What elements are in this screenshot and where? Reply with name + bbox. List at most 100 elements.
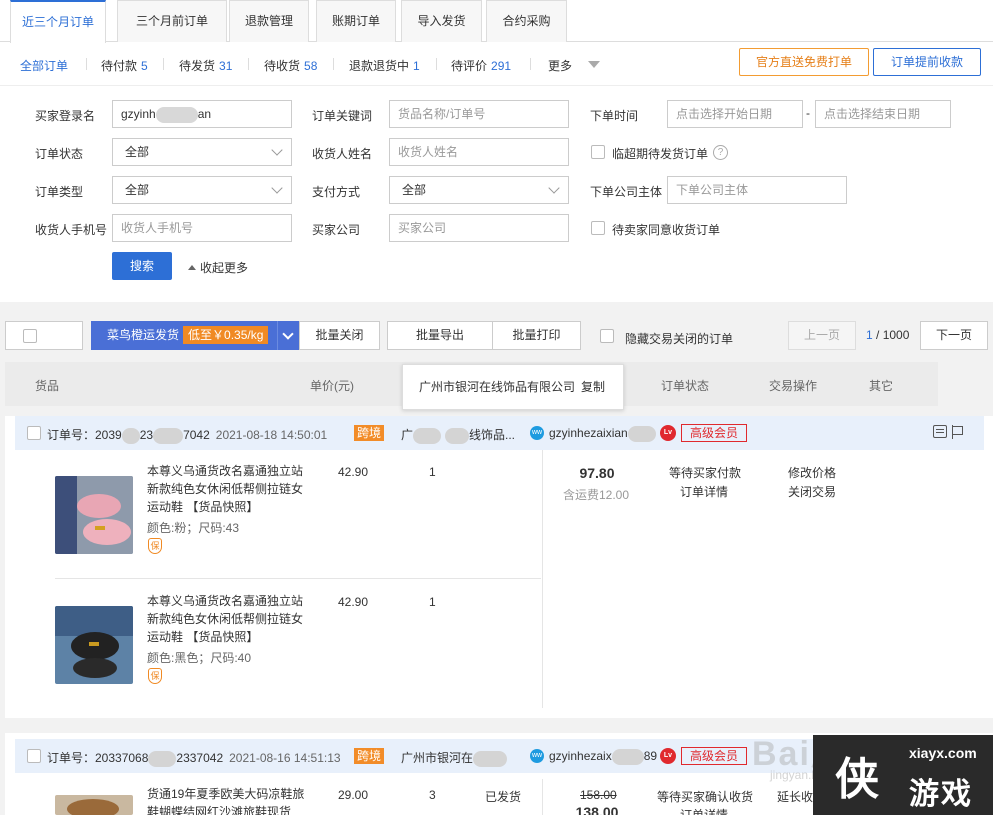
product-image[interactable] bbox=[55, 795, 133, 815]
shipping-fee: 含运费12.00 bbox=[563, 488, 630, 502]
pay-method-select[interactable]: 全部 bbox=[389, 176, 569, 204]
product-title-link[interactable]: 货通19年夏季欧美大码凉鞋旅鞋蝴蝶结网红沙滩旅鞋现货 bbox=[147, 785, 311, 815]
tab-older-orders[interactable]: 三个月前订单 bbox=[117, 0, 227, 42]
product-title-link[interactable]: 本尊义乌通货改名嘉通独立站新款纯色女休闲低帮侧拉链女运动鞋 【货品快照】 bbox=[147, 592, 311, 646]
buyer-login-label: 买家登录名 bbox=[35, 109, 96, 123]
buyer-name[interactable]: gzyinhezaixian bbox=[549, 426, 656, 442]
status-more[interactable]: 更多 bbox=[548, 57, 601, 74]
divider bbox=[333, 58, 334, 70]
select-all-box bbox=[5, 321, 83, 350]
order-checkbox[interactable] bbox=[27, 749, 41, 763]
tab-recent-3-months[interactable]: 近三个月订单 bbox=[10, 0, 106, 43]
status-pending-payment[interactable]: 待付款 5 bbox=[101, 57, 148, 74]
tab-refund[interactable]: 退款管理 bbox=[229, 0, 309, 42]
order-type-label: 订单类型 bbox=[35, 185, 84, 199]
start-date-input[interactable]: 点击选择开始日期 bbox=[667, 100, 803, 128]
close-trade-link[interactable]: 关闭交易 bbox=[788, 483, 836, 500]
tab-import-ship[interactable]: 导入发货 bbox=[401, 0, 482, 42]
status-refunding[interactable]: 退款退货中 1 bbox=[349, 57, 420, 74]
overdue-label: 临超期待发货订单 bbox=[612, 147, 709, 161]
receiver-name-input[interactable]: 收货人姓名 bbox=[389, 138, 569, 166]
ship-status: 已发货 bbox=[485, 790, 522, 804]
company-label: 下单公司主体 bbox=[590, 185, 663, 199]
overdue-checkbox[interactable] bbox=[591, 145, 605, 159]
tab-contract-purchase[interactable]: 合约采购 bbox=[486, 0, 567, 42]
order-detail-link[interactable]: 订单详情 bbox=[680, 483, 728, 500]
product-title-link[interactable]: 本尊义乌通货改名嘉通独立站新款纯色女休闲低帮侧拉链女运动鞋 【货品快照】 bbox=[147, 462, 311, 516]
order-type-select[interactable]: 全部 bbox=[112, 176, 292, 204]
flag-icon[interactable] bbox=[951, 425, 964, 439]
caret-down-icon bbox=[588, 61, 601, 68]
cainiao-ship-button[interactable]: 菜鸟橙运发货 低至￥0.35/kg bbox=[91, 321, 299, 350]
wangwang-icon[interactable]: ww bbox=[530, 426, 544, 440]
company-popover: 广州市银河在线饰品有限公司 复制 bbox=[402, 364, 624, 410]
select-all-checkbox[interactable] bbox=[23, 329, 37, 343]
seller-company[interactable]: 广线饰品... bbox=[401, 426, 515, 444]
buyer-name[interactable]: gzyinhezaix 89 bbox=[549, 749, 657, 765]
quantity: 1 bbox=[429, 595, 436, 609]
copy-link[interactable]: 复制 bbox=[581, 380, 605, 394]
divider bbox=[86, 58, 87, 70]
pay-method-label: 支付方式 bbox=[312, 185, 361, 199]
free-print-button[interactable]: 官方直送免费打单 bbox=[739, 48, 869, 76]
order-total: 138.00 bbox=[575, 804, 619, 815]
cainiao-dropdown[interactable] bbox=[277, 321, 299, 350]
prev-page-button[interactable]: 上一页 bbox=[788, 321, 856, 350]
receiver-phone-input[interactable]: 收货人手机号 bbox=[112, 214, 292, 242]
chevron-down-icon bbox=[282, 328, 294, 340]
status-all[interactable]: 全部订单 bbox=[20, 57, 68, 74]
wangwang-icon[interactable]: ww bbox=[530, 749, 544, 763]
divider bbox=[542, 450, 543, 708]
modify-price-link[interactable]: 修改价格 bbox=[788, 464, 836, 481]
unit-price: 42.90 bbox=[338, 465, 369, 479]
early-collect-button[interactable]: 订单提前收款 bbox=[873, 48, 981, 76]
cross-border-tag: 跨境 bbox=[354, 425, 385, 441]
unit-price: 29.00 bbox=[338, 788, 369, 802]
buyer-login-input[interactable]: gzyinh an bbox=[112, 100, 292, 128]
keyword-input[interactable]: 货品名称/订单号 bbox=[389, 100, 569, 128]
next-page-button[interactable]: 下一页 bbox=[920, 321, 988, 350]
search-button[interactable]: 搜索 bbox=[112, 252, 172, 280]
note-icon[interactable] bbox=[933, 425, 947, 438]
status-pending-receive[interactable]: 待收货 58 bbox=[264, 57, 317, 74]
batch-export-button[interactable]: 批量导出 bbox=[387, 321, 493, 350]
buyer-company-input[interactable]: 买家公司 bbox=[389, 214, 569, 242]
shoe-image bbox=[55, 476, 133, 554]
product-image[interactable] bbox=[55, 606, 133, 684]
hide-closed-checkbox[interactable] bbox=[600, 329, 614, 343]
guarantee-icon: 保 bbox=[148, 668, 162, 684]
buyer-company-label: 买家公司 bbox=[312, 223, 361, 237]
order-status: 等待买家付款 bbox=[669, 466, 742, 480]
order-checkbox[interactable] bbox=[27, 426, 41, 440]
company-input[interactable]: 下单公司主体 bbox=[667, 176, 847, 204]
col-other: 其它 bbox=[869, 379, 894, 393]
page-indicator: 1 / 1000 bbox=[866, 328, 910, 342]
pending-agree-checkbox[interactable] bbox=[591, 221, 605, 235]
col-goods: 货品 bbox=[35, 379, 60, 393]
status-pending-ship[interactable]: 待发货 31 bbox=[179, 57, 232, 74]
product-image[interactable] bbox=[55, 476, 133, 554]
batch-close-button[interactable]: 批量关闭 bbox=[299, 321, 380, 350]
tab-credit-orders[interactable]: 账期订单 bbox=[316, 0, 396, 42]
original-total: 158.00 bbox=[580, 788, 617, 802]
help-icon[interactable]: ? bbox=[713, 145, 728, 160]
order-tabs: 近三个月订单 三个月前订单 退款管理 账期订单 导入发货 合约采购 bbox=[0, 0, 993, 43]
redacted-blur bbox=[155, 106, 198, 123]
batch-toolbar: 菜鸟橙运发货 低至￥0.35/kg 批量关闭 批量导出 批量打印 隐藏交易关闭的订… bbox=[0, 320, 993, 352]
batch-print-button[interactable]: 批量打印 bbox=[492, 321, 581, 350]
status-pending-review[interactable]: 待评价 291 bbox=[451, 57, 511, 74]
collapse-more-link[interactable]: 收起更多 bbox=[188, 259, 248, 276]
order-number: 订单号：2039 23 7042 2021-08-18 14:50:01 bbox=[47, 427, 328, 444]
receiver-name-label: 收货人姓名 bbox=[312, 147, 373, 161]
divider bbox=[542, 779, 543, 815]
order-status-select[interactable]: 全部 bbox=[112, 138, 292, 166]
product-attrs: 颜色:黑色；尺码:40 bbox=[147, 651, 252, 665]
shoe-image bbox=[55, 606, 133, 684]
divider bbox=[436, 58, 437, 70]
order-detail-link[interactable]: 订单详情 bbox=[680, 806, 728, 815]
divider bbox=[530, 58, 531, 70]
price-badge: 低至￥0.35/kg bbox=[183, 326, 269, 344]
date-separator: - bbox=[806, 106, 810, 120]
seller-company[interactable]: 广州市银河在 bbox=[401, 749, 508, 767]
end-date-input[interactable]: 点击选择结束日期 bbox=[815, 100, 951, 128]
